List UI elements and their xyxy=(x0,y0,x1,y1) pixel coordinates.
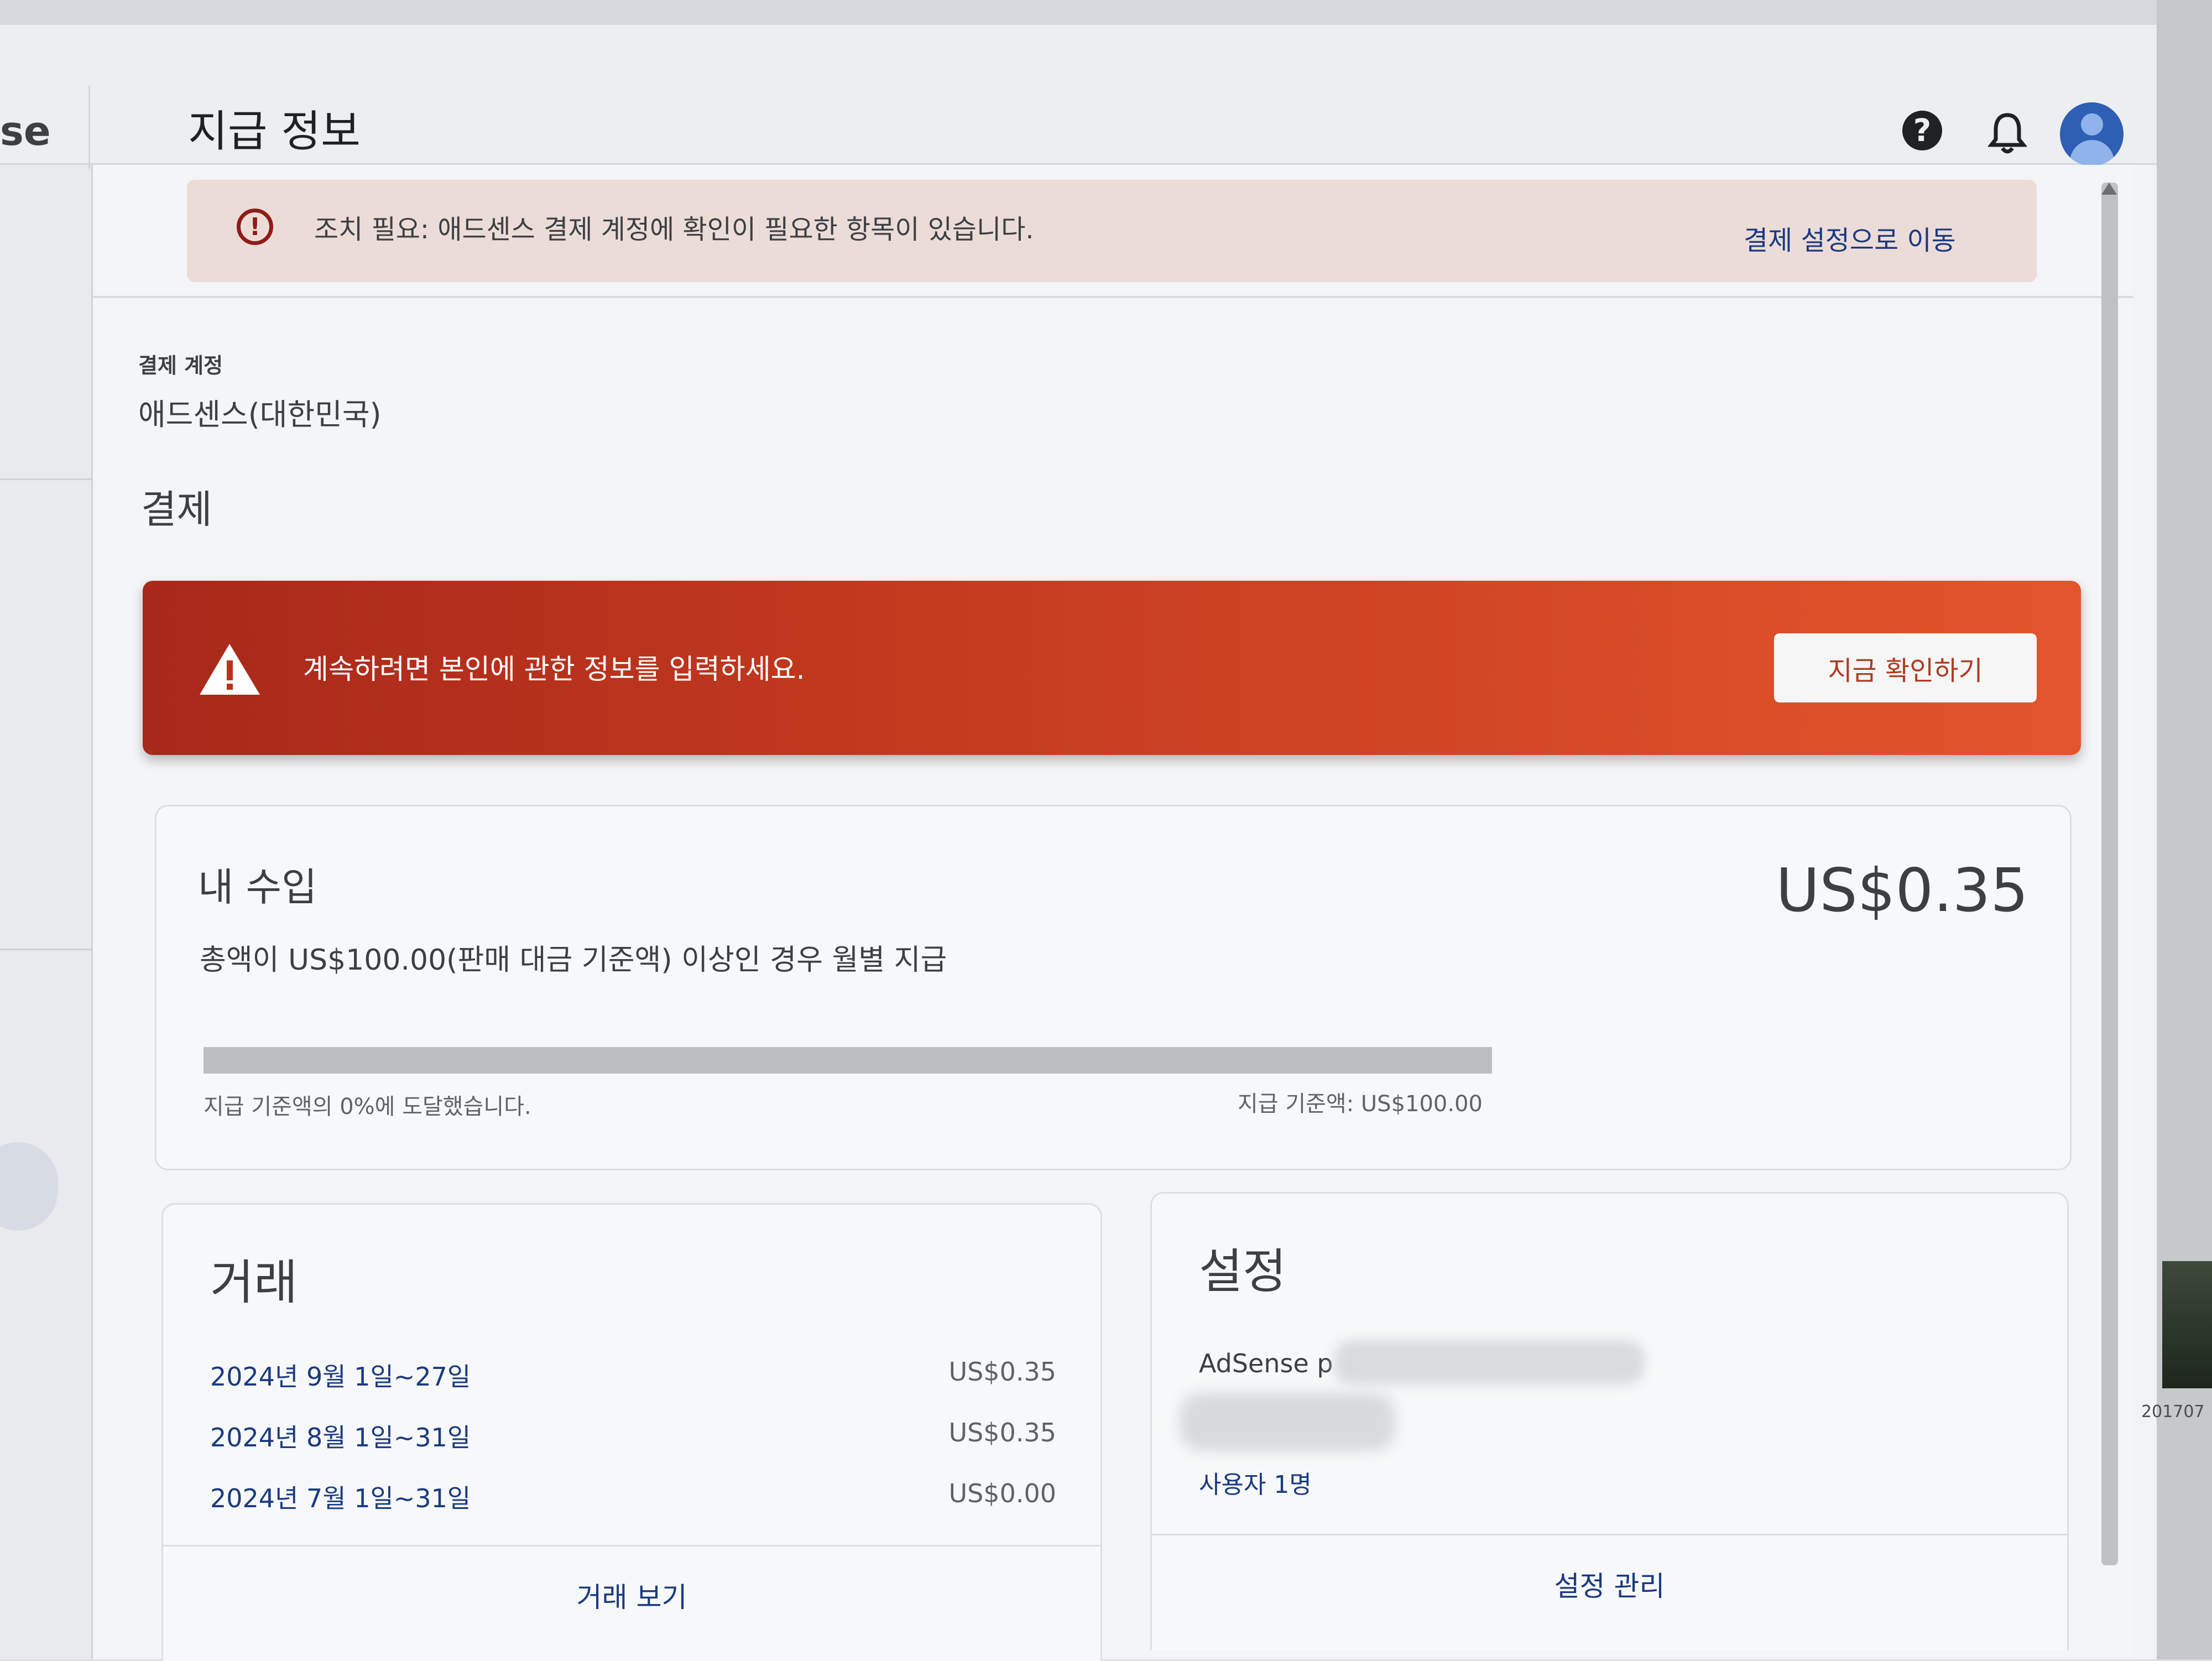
view-transactions-link[interactable]: 거래 보기 xyxy=(163,1575,1100,1615)
warning-icon xyxy=(200,644,260,695)
action-required-notice: ! 조치 필요: 애드센스 결제 계정에 확인이 필요한 항목이 있습니다. 결… xyxy=(187,180,2037,282)
left-navigation-rail xyxy=(0,25,93,1659)
payments-section-heading: 결제 xyxy=(141,487,212,532)
browser-window: se 지급 정보 ? ! 조치 필요: 애드센스 결제 계정에 확인이 필요한 … xyxy=(0,0,2157,1661)
earnings-title: 내 수입 xyxy=(198,865,317,910)
transaction-date-link[interactable]: 2024년 7월 1일~31일 xyxy=(210,1478,471,1515)
progress-status-text: 지급 기준액의 0%에 도달했습니다. xyxy=(204,1094,531,1120)
transaction-row: 2024년 7월 1일~31일 US$0.00 xyxy=(210,1478,1056,1523)
app-brand[interactable]: se xyxy=(0,108,51,154)
scroll-up-arrow-icon[interactable] xyxy=(2101,183,2117,195)
users-link[interactable]: 사용자 1명 xyxy=(1199,1465,1312,1500)
rail-divider xyxy=(0,949,91,950)
notice-divider xyxy=(93,296,2133,298)
transaction-date-link[interactable]: 2024년 9월 1일~27일 xyxy=(210,1357,471,1393)
settings-card: 설정 AdSense p 사용자 1명 설정 관리 xyxy=(1150,1192,2069,1650)
threshold-text: 지급 기준액: US$100.00 xyxy=(1238,1091,1483,1117)
earnings-description: 총액이 US$100.00(판매 대금 기준액) 이상인 경우 월별 지급 xyxy=(200,944,947,977)
earnings-card: 내 수입 US$0.35 총액이 US$100.00(판매 대금 기준액) 이상… xyxy=(155,805,2072,1170)
earnings-amount: US$0.35 xyxy=(1776,856,2028,925)
desktop-file-thumbnail[interactable] xyxy=(2162,1261,2212,1388)
transaction-amount: US$0.00 xyxy=(948,1478,1056,1508)
rail-nav-item[interactable] xyxy=(0,1142,58,1231)
payment-account-label: 결제 계정 xyxy=(138,353,223,378)
browser-tab-strip xyxy=(0,0,2157,25)
go-to-payment-settings-link[interactable]: 결제 설정으로 이동 xyxy=(1744,218,1956,257)
verification-alert-banner: 계속하려면 본인에 관한 정보를 입력하세요. 지금 확인하기 xyxy=(143,581,2081,755)
error-icon: ! xyxy=(237,209,273,245)
manage-settings-link[interactable]: 설정 관리 xyxy=(1152,1564,2067,1604)
transactions-title: 거래 xyxy=(210,1255,298,1310)
app-header: se 지급 정보 ? xyxy=(0,25,2157,169)
page-title: 지급 정보 xyxy=(188,107,361,157)
card-footer-divider xyxy=(163,1545,1100,1547)
transaction-row: 2024년 9월 1일~27일 US$0.35 xyxy=(210,1357,1056,1401)
transaction-date-link[interactable]: 2024년 8월 1일~31일 xyxy=(210,1418,471,1454)
notice-text: 조치 필요: 애드센스 결제 계정에 확인이 필요한 항목이 있습니다. xyxy=(314,214,1034,245)
desktop-file-label[interactable]: 201707 xyxy=(2141,1402,2205,1422)
alert-text: 계속하려면 본인에 관한 정보를 입력하세요. xyxy=(303,653,805,685)
verify-now-button[interactable]: 지금 확인하기 xyxy=(1774,633,2037,702)
transaction-amount: US$0.35 xyxy=(948,1418,1056,1447)
settings-title: 설정 xyxy=(1199,1244,1287,1299)
redacted-publisher-id xyxy=(1334,1340,1644,1384)
avatar-body xyxy=(2070,140,2114,166)
account-avatar[interactable] xyxy=(2060,102,2124,166)
redacted-account-info xyxy=(1180,1393,1395,1451)
avatar-head xyxy=(2081,113,2103,136)
transactions-card: 거래 2024년 9월 1일~27일 US$0.35 2024년 8월 1일~3… xyxy=(161,1203,1102,1661)
transaction-row: 2024년 8월 1일~31일 US$0.35 xyxy=(210,1418,1056,1462)
page-scrollbar[interactable] xyxy=(2101,183,2118,1565)
card-footer-divider xyxy=(1152,1534,2067,1535)
payment-account-value: 애드센스(대한민국) xyxy=(138,397,382,432)
help-icon[interactable]: ? xyxy=(1902,111,1942,150)
bell-icon[interactable] xyxy=(1988,111,2027,155)
settings-publisher-line: AdSense p xyxy=(1199,1348,1333,1378)
rail-divider xyxy=(0,478,91,480)
header-divider xyxy=(88,86,90,169)
transaction-amount: US$0.35 xyxy=(948,1357,1056,1387)
payment-threshold-progress-bar xyxy=(204,1047,1492,1074)
